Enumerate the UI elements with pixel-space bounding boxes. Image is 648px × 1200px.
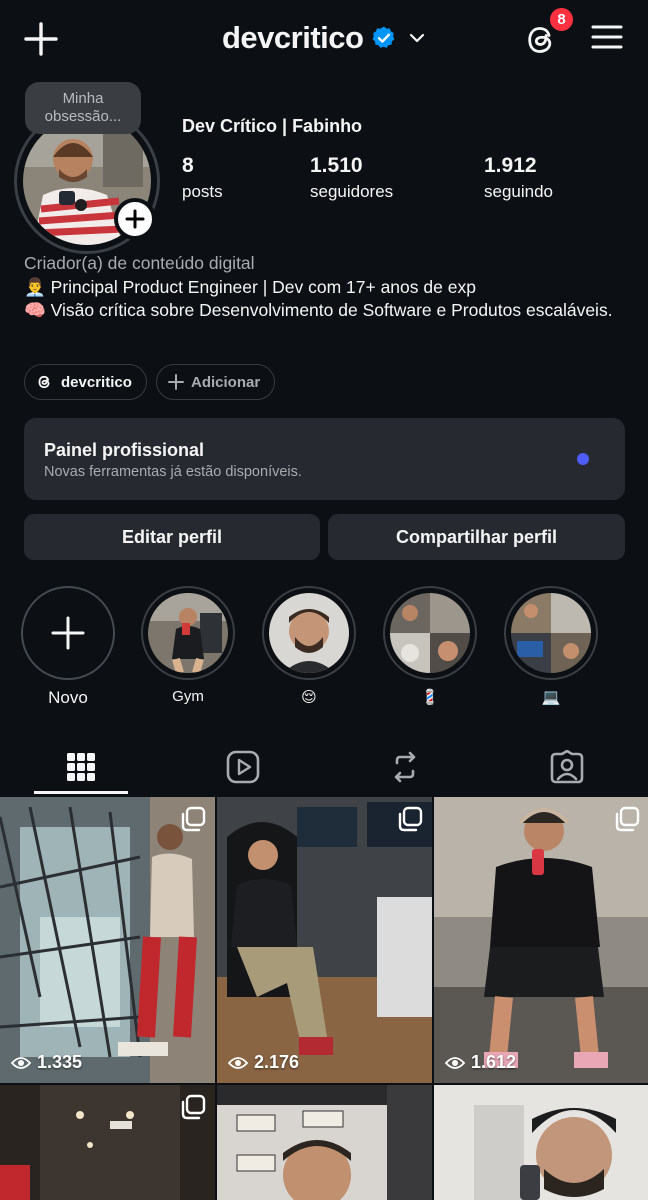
stat-label: posts: [182, 182, 223, 201]
profile-note[interactable]: Minha obsessão...: [25, 82, 141, 134]
tab-grid[interactable]: [0, 740, 162, 794]
highlight-ring: [262, 586, 356, 680]
plus-icon: [51, 616, 85, 650]
view-count-value: 1.612: [471, 1052, 517, 1072]
highlight-label: Gym: [172, 688, 204, 705]
tagged-icon: [550, 750, 584, 784]
highlight-cover: [269, 593, 349, 673]
highlight-relaxed[interactable]: 😌: [262, 586, 356, 706]
menu-button[interactable]: [590, 22, 624, 52]
highlight-cover: [390, 593, 470, 673]
panel-subtitle: Novas ferramentas já estão disponíveis.: [44, 464, 302, 480]
tab-reposts[interactable]: [324, 740, 486, 794]
top-bar: devcritico 8: [0, 0, 648, 76]
multiple-photos-icon: [181, 1094, 206, 1120]
stat-label: seguindo: [484, 182, 554, 201]
highlight-label: Novo: [48, 688, 88, 707]
post-thumbnail[interactable]: 1.335: [0, 797, 215, 1083]
multiple-photos-icon: [398, 806, 423, 832]
highlight-new[interactable]: Novo: [21, 586, 115, 708]
tab-tagged[interactable]: [486, 740, 648, 794]
verified-badge-icon: [372, 26, 395, 48]
professional-dashboard[interactable]: Painel profissional Novas ferramentas já…: [24, 418, 625, 500]
bio-line: 👨‍💼 Principal Product Engineer | Dev com…: [24, 276, 476, 297]
multiple-photos-icon: [615, 806, 640, 832]
highlight-label: 😌: [301, 689, 317, 706]
profile-tabs: [0, 740, 648, 794]
edit-profile-button[interactable]: Editar perfil: [24, 514, 320, 560]
highlight-computer[interactable]: 💻: [504, 586, 598, 706]
highlight-label: 💈: [420, 689, 440, 706]
bio-line: 🧠 Visão crítica sobre Desenvolvimento de…: [24, 300, 613, 320]
reposts-icon: [394, 751, 416, 783]
chip-label: devcritico: [61, 373, 132, 391]
panel-title: Painel profissional: [44, 440, 205, 460]
view-count: 2.176: [228, 1052, 299, 1073]
stat-followers[interactable]: 1.510 seguidores: [310, 154, 393, 202]
plus-icon: [168, 374, 184, 390]
highlight-label: 💻: [541, 689, 561, 706]
threads-link-chip[interactable]: devcritico: [24, 364, 147, 400]
highlight-ring: [21, 586, 115, 680]
view-count: 1.335: [11, 1052, 82, 1073]
post-thumbnail[interactable]: 2.176: [217, 797, 432, 1083]
tab-reels[interactable]: [162, 740, 324, 794]
highlight-ring: [504, 586, 598, 680]
hamburger-menu-icon: [591, 25, 623, 49]
eye-icon: [445, 1056, 465, 1069]
bio: Criador(a) de conteúdo digital 👨‍💼 Princ…: [24, 252, 624, 323]
reels-icon: [226, 750, 260, 784]
stat-value: 1.510: [310, 154, 363, 177]
view-count-value: 1.335: [37, 1052, 83, 1072]
chip-label: Adicionar: [191, 373, 261, 391]
active-tab-indicator: [34, 791, 128, 794]
plus-icon: [24, 22, 58, 56]
display-name: Dev Crítico | Fabinho: [182, 116, 363, 136]
posts-grid: 1.335 2.176 1.612: [0, 797, 648, 1200]
post-thumbnail[interactable]: [0, 1085, 215, 1200]
share-profile-button[interactable]: Compartilhar perfil: [328, 514, 625, 560]
stat-value: 1.912: [484, 154, 537, 177]
chevron-down-icon: [410, 33, 425, 43]
add-story-button[interactable]: [114, 198, 156, 240]
post-thumbnail[interactable]: 1.612: [434, 797, 648, 1083]
highlight-ring: [141, 586, 235, 680]
eye-icon: [228, 1056, 248, 1069]
highlight-cover: [148, 593, 228, 673]
stat-label: seguidores: [310, 182, 394, 201]
add-link-chip[interactable]: Adicionar: [156, 364, 276, 400]
eye-icon: [11, 1056, 31, 1069]
create-post-button[interactable]: [22, 20, 60, 58]
username: devcritico: [222, 20, 364, 55]
highlight-cover: [511, 593, 591, 673]
profile-category: Criador(a) de conteúdo digital: [24, 253, 255, 273]
highlight-ring: [383, 586, 477, 680]
threads-icon: [38, 375, 50, 389]
stat-value: 8: [182, 154, 194, 177]
stat-following[interactable]: 1.912 seguindo: [484, 154, 553, 202]
account-switcher[interactable]: devcritico: [222, 18, 427, 58]
post-thumbnail[interactable]: [217, 1085, 432, 1200]
grid-icon: [67, 753, 95, 781]
view-count: 1.612: [445, 1052, 516, 1073]
new-indicator-dot: [577, 453, 589, 465]
stat-posts[interactable]: 8 posts: [182, 154, 223, 202]
highlight-gym[interactable]: Gym: [141, 586, 235, 705]
view-count-value: 2.176: [254, 1052, 300, 1072]
plus-icon: [125, 209, 145, 229]
multiple-photos-icon: [181, 806, 206, 832]
notification-badge: 8: [548, 6, 575, 33]
highlight-barber[interactable]: 💈: [383, 586, 477, 706]
post-thumbnail[interactable]: [434, 1085, 648, 1200]
